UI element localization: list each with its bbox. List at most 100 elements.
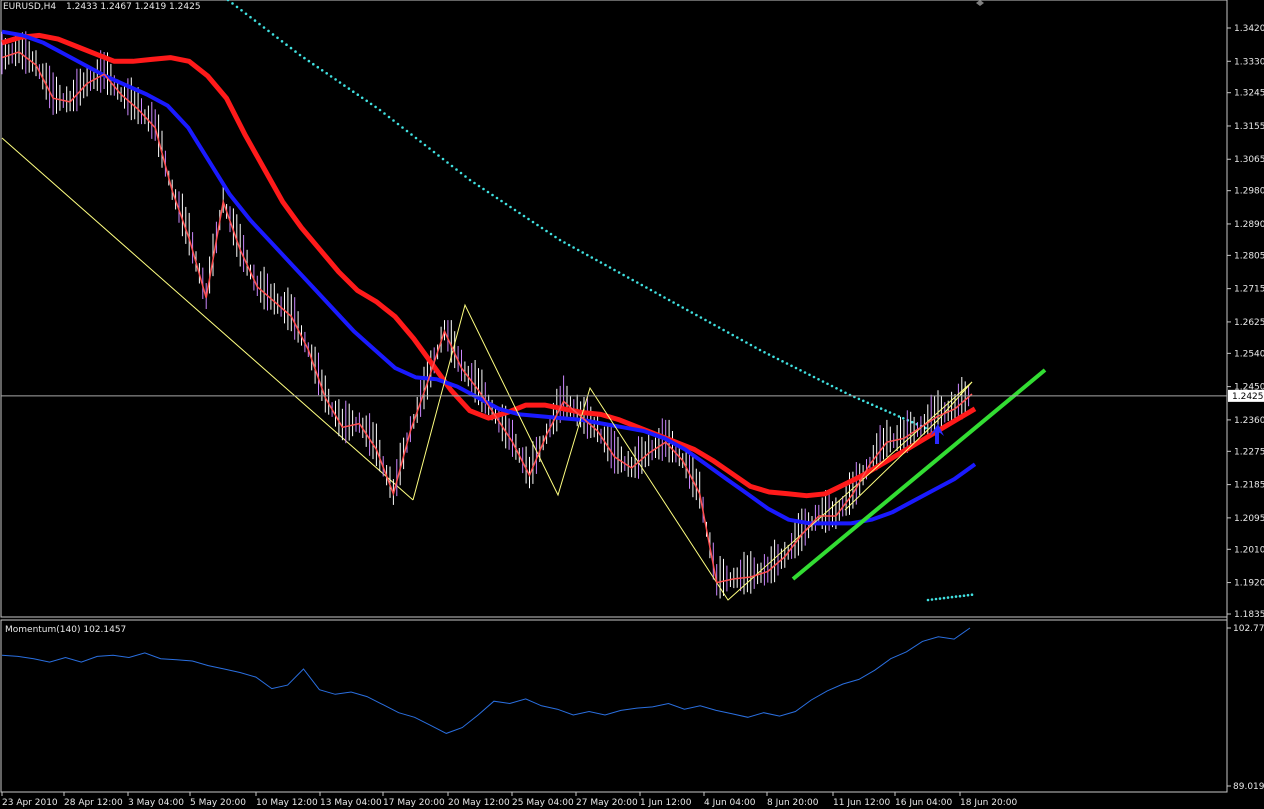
dotted-point — [745, 341, 748, 344]
dotted-point — [726, 331, 730, 334]
trading-chart[interactable]: EURUSD,H4 1.2433 1.2467 1.2419 1.2425 Mo… — [0, 0, 1264, 809]
dotted-point — [622, 273, 625, 277]
dotted-point — [942, 596, 946, 600]
dotted-point — [343, 84, 346, 87]
dotted-point — [459, 171, 463, 175]
dotted-point — [749, 343, 753, 347]
dotted-point — [374, 105, 377, 109]
dotted-point — [405, 129, 409, 133]
dotted-point — [667, 298, 671, 302]
dotted-point — [235, 5, 239, 9]
dotted-point — [590, 256, 594, 259]
dotted-point — [316, 65, 320, 69]
dotted-point — [704, 318, 707, 322]
dotted-point — [464, 175, 467, 178]
dotted-point — [522, 214, 526, 218]
dotted-point — [812, 375, 816, 379]
dotted-point — [902, 417, 905, 420]
dotted-point — [486, 190, 490, 194]
dotted-point — [567, 243, 571, 247]
time-axis-label: 1 Jun 12:00 — [640, 798, 692, 808]
dotted-point — [763, 351, 766, 354]
dotted-point — [966, 593, 970, 597]
dotted-point — [491, 193, 494, 197]
dotted-point — [776, 357, 780, 361]
dotted-point — [672, 301, 675, 304]
dotted-point — [365, 99, 369, 103]
price-axis-label: 1.2980 — [1234, 187, 1264, 197]
dotted-point — [401, 126, 404, 129]
dotted-point — [378, 108, 382, 112]
dotted-point — [740, 338, 744, 342]
dotted-point — [450, 164, 454, 168]
dotted-point — [531, 220, 535, 224]
price-axis-label: 1.2890 — [1234, 220, 1264, 230]
dotted-point — [473, 181, 476, 185]
dotted-point — [617, 271, 621, 274]
price-axis-label: 1.2540 — [1234, 349, 1264, 359]
dotted-point — [253, 19, 257, 22]
dotted-point — [844, 391, 847, 395]
dotted-point — [320, 69, 324, 72]
dotted-point — [549, 232, 553, 236]
dotted-point — [604, 263, 607, 267]
dotted-point — [888, 411, 892, 414]
dotted-point — [325, 72, 329, 75]
price-axis-label: 1.2625 — [1234, 318, 1264, 328]
time-axis-label: 5 May 20:00 — [190, 798, 246, 808]
price-axis-label: 1.2715 — [1234, 285, 1264, 295]
dotted-point — [758, 348, 762, 352]
price-axis-label: 1.1920 — [1234, 579, 1264, 589]
dotted-point — [736, 336, 739, 339]
dotted-point — [518, 211, 521, 215]
price-axis-label: 1.3155 — [1234, 122, 1264, 132]
dotted-point — [249, 15, 252, 19]
momentum-indicator-label: Momentum(140) 102.1457 — [5, 625, 126, 635]
dotted-point — [312, 62, 315, 66]
price-axis-label: 1.3245 — [1234, 89, 1264, 99]
dotted-point — [244, 12, 248, 16]
dotted-point — [455, 168, 458, 171]
dotted-point — [781, 360, 784, 363]
time-axis-label: 20 May 12:00 — [448, 798, 510, 808]
dotted-point — [731, 333, 734, 337]
dotted-point — [231, 2, 234, 5]
dotted-point — [428, 147, 431, 150]
dotted-point — [276, 36, 279, 40]
dotted-point — [540, 226, 544, 230]
dotted-point — [954, 595, 958, 598]
dotted-point — [419, 140, 422, 143]
dotted-point — [329, 75, 333, 78]
dotted-point — [369, 102, 373, 106]
dotted-point — [835, 387, 838, 390]
price-axis-label: 1.3420 — [1234, 24, 1264, 34]
dotted-point — [938, 597, 942, 600]
dotted-point — [558, 238, 562, 242]
dotted-point — [608, 266, 612, 269]
dotted-point — [468, 178, 472, 182]
dotted-point — [808, 373, 811, 377]
dotted-point — [545, 229, 548, 233]
time-axis-label: 17 May 20:00 — [383, 798, 445, 808]
dotted-point — [536, 223, 539, 227]
dotted-point — [527, 217, 530, 221]
dotted-point — [663, 296, 666, 299]
dotted-point — [446, 161, 449, 164]
dotted-point — [495, 196, 499, 200]
dotted-point — [576, 248, 580, 252]
dotted-point — [285, 43, 288, 46]
dotted-point — [857, 397, 861, 401]
price-axis-label: 1.3065 — [1234, 155, 1264, 165]
dotted-point — [722, 328, 725, 332]
dotted-point — [289, 46, 293, 50]
dotted-point — [262, 26, 266, 29]
dotted-point — [893, 413, 896, 416]
dotted-point — [347, 87, 351, 90]
price-axis-label: 1.3330 — [1234, 57, 1264, 67]
dotted-point — [626, 276, 630, 279]
dotted-point — [713, 323, 716, 327]
dotted-point — [839, 389, 843, 392]
price-axis-label: 1.2275 — [1234, 447, 1264, 457]
price-axis-label: 1.2185 — [1234, 481, 1264, 491]
dotted-point — [352, 90, 355, 93]
